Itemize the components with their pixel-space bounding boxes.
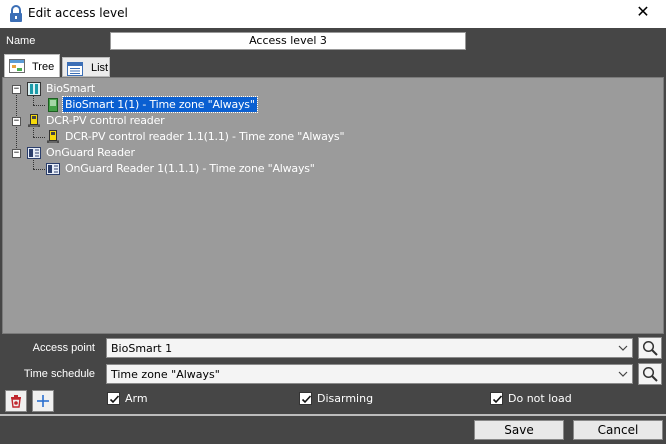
title-bar: Edit access level ✕ [0,0,666,28]
access-point-value: BioSmart 1 [111,342,173,355]
trash-icon [11,395,21,408]
window-title: Edit access level [28,6,128,20]
search-icon [642,366,658,382]
tree-connector [33,137,45,138]
tree-connector [33,128,34,137]
access-point-tree[interactable]: − BioSmart BioSmart 1(1) - Time zone "Al… [2,77,664,334]
close-icon: ✕ [636,4,650,21]
chevron-down-icon [618,345,628,351]
checkbox-box[interactable] [490,392,503,405]
delete-button[interactable] [5,390,27,412]
tab-tree-label: Tree [32,61,55,73]
expander-dcr-pv[interactable]: − [12,117,21,126]
access-point-search-button[interactable] [638,337,662,359]
disarming-label: Disarming [317,392,374,405]
tab-tree[interactable]: Tree [4,54,60,78]
access-point-select[interactable]: BioSmart 1 [106,338,633,358]
tree-item-label: BioSmart 1(1) - Time zone "Always" [62,96,258,113]
time-schedule-value: Time zone "Always" [111,368,220,381]
name-input[interactable]: Access level 3 [110,32,466,50]
time-schedule-search-button[interactable] [638,363,662,385]
access-point-label: Access point [32,342,95,354]
name-row: Name Access level 3 [0,30,666,52]
tree-group-label: BioSmart [46,82,96,95]
time-schedule-label: Time schedule [23,368,95,380]
expander-biosmart[interactable]: − [12,85,21,94]
tree-view-icon [9,59,25,73]
search-icon [642,340,658,356]
biosmart-icon [27,82,41,96]
time-schedule-select[interactable]: Time zone "Always" [106,364,633,384]
close-button[interactable]: ✕ [620,0,666,28]
tree-group-label: DCR-PV control reader [46,114,165,127]
tree-item-label: OnGuard Reader 1(1.1.1) - Time zone "Alw… [65,162,315,175]
checkmark-icon [492,395,503,404]
arm-label: Arm [125,392,148,405]
tree-group-label: OnGuard Reader [46,146,135,159]
tree-item-label: DCR-PV control reader 1.1(1.1) - Time zo… [65,130,345,143]
checkbox-box[interactable] [299,392,312,405]
save-button[interactable]: Save [474,420,564,440]
chevron-down-icon [618,371,628,377]
tree-connector [33,96,34,105]
tree-connector [33,105,45,106]
checkmark-icon [301,395,312,404]
checkmark-icon [109,395,120,404]
tree-connector [33,169,45,170]
plus-icon [37,395,49,407]
add-button[interactable] [32,390,54,412]
dcr-reader-device-icon [47,130,59,143]
name-label: Name [6,35,36,47]
footer-divider [0,414,666,416]
list-view-icon [67,62,83,76]
lock-icon [10,5,22,22]
expander-onguard[interactable]: − [12,149,21,158]
tree-connector [33,160,34,169]
biosmart-device-icon [48,98,58,112]
onguard-reader-icon [27,147,41,159]
onguard-reader-device-icon [46,163,60,175]
checkbox-box[interactable] [107,392,120,405]
cancel-button[interactable]: Cancel [573,420,663,440]
dcr-reader-icon [28,114,40,127]
tab-list[interactable]: List [62,57,110,77]
tab-list-label: List [91,62,109,74]
do-not-load-label: Do not load [508,392,572,405]
